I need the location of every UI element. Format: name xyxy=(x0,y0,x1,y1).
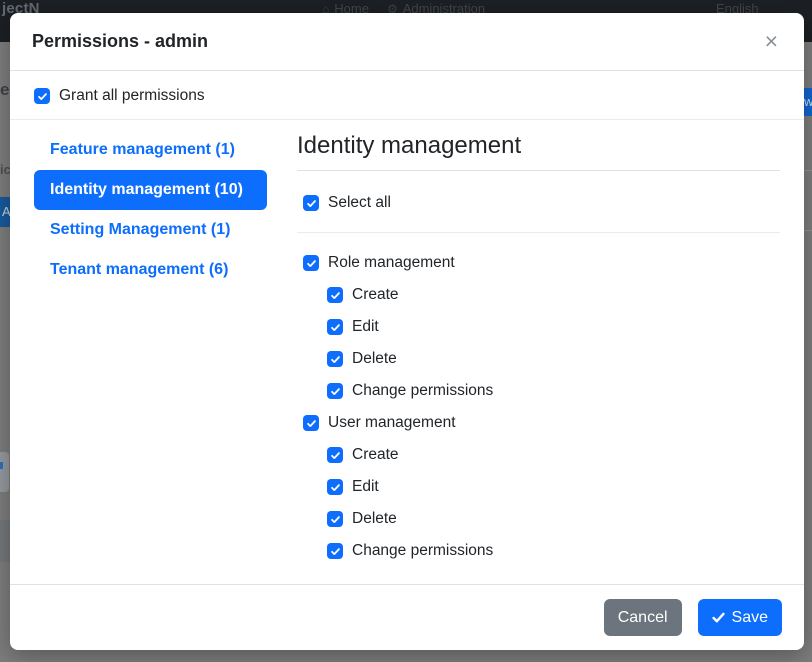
permission-checkbox[interactable] xyxy=(327,319,343,335)
page-heading-fragment: es xyxy=(0,80,10,100)
modal-footer: Cancel Save xyxy=(10,584,804,650)
page-shade-fragment xyxy=(0,520,10,562)
divider xyxy=(297,232,780,233)
permission-label[interactable]: Delete xyxy=(352,510,397,528)
tab-identity-management-10[interactable]: Identity management (10) xyxy=(34,170,267,210)
permission-row[interactable]: Edit xyxy=(297,311,780,343)
modal-title: Permissions - admin xyxy=(32,31,208,52)
permission-row[interactable]: Edit xyxy=(297,471,780,503)
tab-feature-management-1[interactable]: Feature management (1) xyxy=(34,130,267,170)
permission-row[interactable]: Role management xyxy=(297,247,780,279)
select-all-checkbox[interactable] xyxy=(303,195,319,211)
page-divider-fragment xyxy=(804,230,812,231)
close-icon[interactable]: × xyxy=(761,28,782,55)
permission-checkbox[interactable] xyxy=(327,287,343,303)
page-accent-fragment xyxy=(0,462,3,469)
permission-row[interactable]: Change permissions xyxy=(297,535,780,567)
divider xyxy=(10,119,804,120)
permission-label[interactable]: User management xyxy=(328,414,456,432)
permission-label[interactable]: Create xyxy=(352,286,399,304)
permission-label[interactable]: Change permissions xyxy=(352,542,493,560)
tab-tenant-management-6[interactable]: Tenant management (6) xyxy=(34,250,267,290)
permission-checkbox[interactable] xyxy=(327,543,343,559)
permission-row[interactable]: User management xyxy=(297,407,780,439)
permission-row[interactable]: Delete xyxy=(297,343,780,375)
table-header-fragment: ic xyxy=(0,162,10,177)
check-icon xyxy=(712,611,725,624)
modal-body: Grant all permissions Feature management… xyxy=(10,71,804,584)
save-button[interactable]: Save xyxy=(698,599,782,636)
tab-setting-management-1[interactable]: Setting Management (1) xyxy=(34,210,267,250)
grant-all-row[interactable]: Grant all permissions xyxy=(34,86,780,106)
modal-header: Permissions - admin × xyxy=(10,13,804,71)
permission-checkbox[interactable] xyxy=(303,415,319,431)
permission-tree: Role management Create Edit Delete Change pe… xyxy=(297,247,780,567)
permission-label[interactable]: Create xyxy=(352,446,399,464)
select-all-row[interactable]: Select all xyxy=(297,193,780,213)
page-panel-fragment xyxy=(0,452,9,492)
new-button-fragment: w xyxy=(804,88,812,116)
permission-label[interactable]: Role management xyxy=(328,254,455,272)
permission-row[interactable]: Change permissions xyxy=(297,375,780,407)
panel-title: Identity management xyxy=(297,130,780,171)
permission-group-tabs: Feature management (1)Identity managemen… xyxy=(34,130,267,567)
cancel-button[interactable]: Cancel xyxy=(604,599,682,636)
permission-label[interactable]: Delete xyxy=(352,350,397,368)
permission-checkbox[interactable] xyxy=(303,255,319,271)
permission-checkbox[interactable] xyxy=(327,351,343,367)
permission-row[interactable]: Create xyxy=(297,279,780,311)
permission-checkbox[interactable] xyxy=(327,511,343,527)
permission-label[interactable]: Edit xyxy=(352,318,379,336)
permission-checkbox[interactable] xyxy=(327,383,343,399)
grant-all-label[interactable]: Grant all permissions xyxy=(59,87,205,105)
page-divider-fragment xyxy=(804,170,812,171)
permission-label[interactable]: Change permissions xyxy=(352,382,493,400)
permission-row[interactable]: Delete xyxy=(297,503,780,535)
permissions-modal: Permissions - admin × Grant all permissi… xyxy=(10,13,804,650)
modal-columns: Feature management (1)Identity managemen… xyxy=(34,130,780,567)
grant-all-checkbox[interactable] xyxy=(34,88,50,104)
permission-panel: Identity management Select all Role mana… xyxy=(297,130,780,567)
permission-checkbox[interactable] xyxy=(327,447,343,463)
permission-checkbox[interactable] xyxy=(327,479,343,495)
actions-button-fragment: A xyxy=(0,197,10,227)
permission-row[interactable]: Create xyxy=(297,439,780,471)
select-all-label[interactable]: Select all xyxy=(328,194,391,212)
save-button-label: Save xyxy=(732,609,768,627)
permission-label[interactable]: Edit xyxy=(352,478,379,496)
